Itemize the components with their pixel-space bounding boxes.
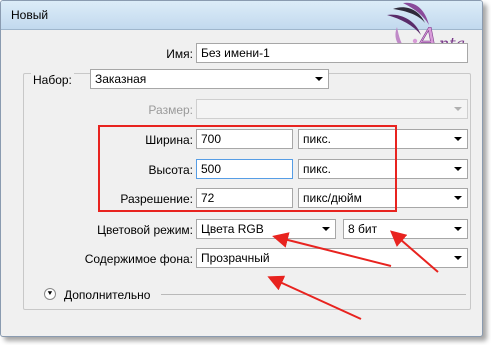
new-document-dialog: Новый A nta Имя: Без имени-1 Набор: Зака…	[0, 0, 483, 337]
anta-watermark-logo: A nta	[387, 2, 465, 59]
name-label: Имя:	[166, 47, 193, 61]
expand-advanced-button[interactable]: ⯆	[44, 288, 56, 300]
annotation-highlight-box	[98, 125, 397, 212]
preset-select[interactable]: Заказная	[90, 69, 329, 89]
chevron-down-icon	[454, 196, 462, 200]
advanced-divider	[161, 294, 466, 295]
background-select[interactable]: Прозрачный	[196, 248, 468, 268]
chevron-down-icon	[322, 227, 330, 231]
chevron-down-icon	[454, 107, 462, 111]
size-select[interactable]	[196, 99, 468, 119]
chevron-down-icon	[454, 167, 462, 171]
name-value: Без имени-1	[201, 46, 270, 60]
size-label: Размер:	[148, 103, 193, 117]
chevron-down-icon	[315, 77, 323, 81]
chevron-down-icon	[454, 137, 462, 141]
color-mode-select[interactable]: Цвета RGB	[196, 219, 336, 239]
double-chevron-down-icon: ⯆	[46, 289, 54, 298]
color-mode-label: Цветовой режим:	[97, 223, 193, 237]
bit-depth-select[interactable]: 8 бит	[343, 219, 468, 239]
window-title: Новый	[11, 8, 49, 22]
preset-value: Заказная	[95, 72, 147, 86]
background-label: Содержимое фона:	[84, 252, 193, 266]
preset-label: Набор:	[31, 73, 74, 87]
bit-depth-value: 8 бит	[348, 222, 378, 236]
color-mode-value: Цвета RGB	[201, 222, 264, 236]
advanced-label[interactable]: Дополнительно	[64, 288, 150, 302]
chevron-down-icon	[454, 227, 462, 231]
background-value: Прозрачный	[201, 251, 270, 265]
chevron-down-icon	[454, 256, 462, 260]
name-input[interactable]: Без имени-1	[196, 43, 468, 63]
